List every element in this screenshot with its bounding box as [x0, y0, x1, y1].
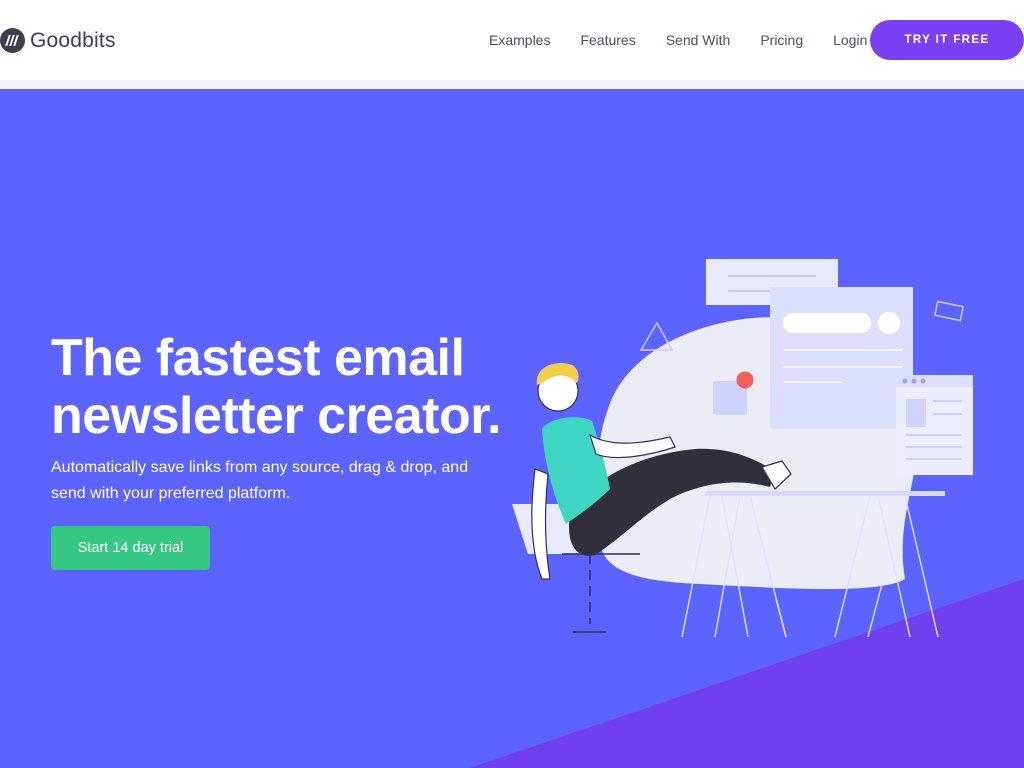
- nav-link-examples[interactable]: Examples: [489, 32, 550, 48]
- nav-link-send-with[interactable]: Send With: [666, 32, 731, 48]
- form-card: [770, 287, 913, 429]
- desk-top: [705, 491, 945, 496]
- start-trial-button[interactable]: Start 14 day trial: [51, 526, 210, 570]
- nav-divider: [0, 80, 1024, 89]
- hero-title: The fastest email newsletter creator.: [51, 329, 502, 445]
- top-navigation-bar: Goodbits Examples Features Send With Pri…: [0, 0, 1024, 80]
- brand-logo-link[interactable]: Goodbits: [0, 28, 116, 53]
- brand-name: Goodbits: [30, 28, 116, 52]
- hero-subtitle: Automatically save links from any source…: [51, 459, 469, 502]
- tilted-card-outline: [933, 300, 965, 322]
- hero-title-line-2: newsletter creator.: [51, 387, 502, 445]
- goodbits-logo-icon: [0, 28, 25, 53]
- hero-illustration: [512, 259, 973, 638]
- nav-link-features[interactable]: Features: [580, 32, 635, 48]
- hero-title-line-1: The fastest email: [51, 329, 465, 387]
- try-it-free-button[interactable]: TRY IT FREE: [870, 20, 1024, 60]
- hero-section: The fastest email newsletter creator. Au…: [0, 89, 1024, 768]
- nav-link-login[interactable]: Login: [833, 32, 867, 48]
- notification-dot: [736, 371, 754, 389]
- nav-links: Examples Features Send With Pricing Logi…: [489, 0, 867, 80]
- nav-link-pricing[interactable]: Pricing: [760, 32, 803, 48]
